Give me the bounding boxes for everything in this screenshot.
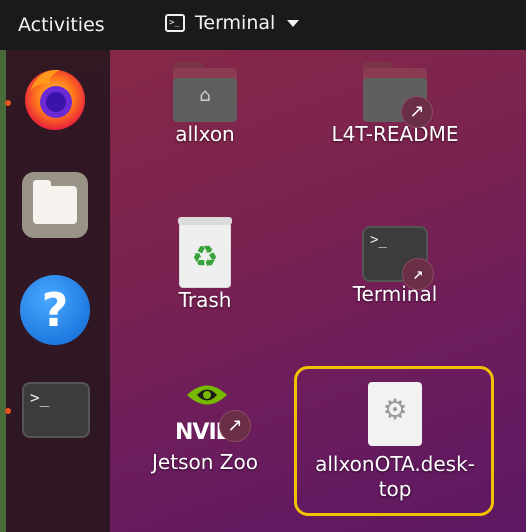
activities-button[interactable]: Activities [18,14,105,36]
terminal-icon: >_ ↗ [362,226,434,290]
link-arrow-icon: ↗ [219,410,251,442]
desktop-icon-allxon[interactable]: ⌂ allxon [160,62,250,147]
desktop-icon-label: allxon [175,122,235,146]
help-icon[interactable]: ? [20,275,90,345]
chevron-down-icon [287,19,300,27]
desktop-icon-label: Jetson Zoo [152,450,258,474]
desktop-file-icon: ⚙ [368,382,422,446]
home-folder-icon: ⌂ [173,62,237,122]
desktop-icon-l4t-readme[interactable]: ↗ L4T-README [315,62,475,147]
app-menu-label: Terminal [195,12,276,34]
terminal-small-icon: >_ [165,14,185,32]
link-arrow-icon: ↗ [402,258,434,290]
window-edge [0,50,6,532]
link-arrow-icon: ↗ [401,96,433,128]
desktop-icon-allxonota[interactable]: ⚙ allxonOTA.desk- top [300,382,490,502]
gear-icon: ⚙ [382,393,408,426]
nvidia-logo-icon: NVIL ↗ [175,380,251,450]
folder-icon: ↗ [363,62,433,128]
firefox-icon[interactable] [20,62,90,132]
running-indicator [5,408,11,414]
desktop-icon-jetson-zoo[interactable]: NVIL ↗ Jetson Zoo [145,380,265,475]
desktop-icon-trash[interactable]: ♻ Trash [165,217,245,313]
desktop-icon-label: allxonOTA.desk- [315,452,475,476]
top-bar: Activities >_ Terminal [0,0,526,50]
desktop-icon-label-line2: top [378,477,412,501]
files-icon[interactable] [22,172,88,238]
app-menu[interactable]: >_ Terminal [165,12,300,34]
running-indicator [5,100,11,106]
desktop-icon-label: L4T-README [331,122,459,146]
desktop-icon-label: Trash [178,288,232,312]
desktop-icon-label: Terminal [352,282,438,306]
trash-icon: ♻ [178,217,232,288]
desktop-icon-terminal[interactable]: >_ ↗ Terminal [335,226,455,307]
terminal-dock-icon[interactable]: >_ [22,382,90,438]
folder-icon [33,180,77,224]
